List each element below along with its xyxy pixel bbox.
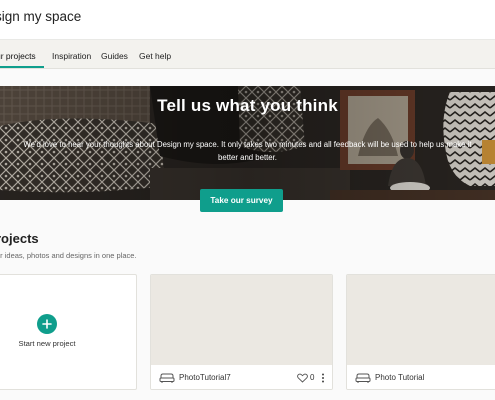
tab-bar: ur projects Inspiration Guides Get help bbox=[0, 40, 495, 69]
project-card-footer: Photo Tutorial bbox=[347, 365, 495, 389]
like-count: 0 bbox=[310, 373, 315, 382]
project-name: PhotoTutorial7 bbox=[179, 373, 231, 382]
project-thumbnail[interactable] bbox=[151, 275, 332, 365]
tab-guides[interactable]: Guides bbox=[101, 51, 128, 61]
take-survey-button[interactable]: Take our survey bbox=[200, 189, 283, 212]
banner-title: Tell us what you think bbox=[157, 96, 338, 115]
project-card-footer: PhotoTutorial7 0 bbox=[151, 365, 332, 389]
project-card[interactable]: Photo Tutorial bbox=[346, 274, 495, 390]
more-vertical-icon[interactable] bbox=[321, 373, 325, 383]
app-header: sign my space bbox=[0, 0, 495, 40]
heart-icon[interactable] bbox=[297, 373, 308, 383]
active-tab-indicator bbox=[0, 66, 44, 68]
start-new-project-card[interactable]: Start new project bbox=[0, 274, 137, 390]
sofa-icon bbox=[159, 373, 175, 383]
app-title[interactable]: sign my space bbox=[0, 9, 81, 24]
projects-title: rojects bbox=[0, 231, 39, 246]
tab-get-help[interactable]: Get help bbox=[139, 51, 171, 61]
projects-subtitle: ur ideas, photos and designs in one plac… bbox=[0, 251, 137, 260]
sofa-icon bbox=[355, 373, 371, 383]
start-new-project-label: Start new project bbox=[18, 339, 76, 348]
plus-icon[interactable] bbox=[37, 314, 57, 334]
project-thumbnail[interactable] bbox=[347, 275, 495, 365]
banner-description: We'd love to hear your thoughts about De… bbox=[23, 140, 472, 162]
tab-your-projects[interactable]: ur projects bbox=[0, 51, 36, 61]
project-name: Photo Tutorial bbox=[375, 373, 425, 382]
tab-inspiration[interactable]: Inspiration bbox=[52, 51, 91, 61]
feedback-banner: Tell us what you think We'd love to hear… bbox=[0, 86, 495, 200]
project-card[interactable]: PhotoTutorial7 0 bbox=[150, 274, 333, 390]
